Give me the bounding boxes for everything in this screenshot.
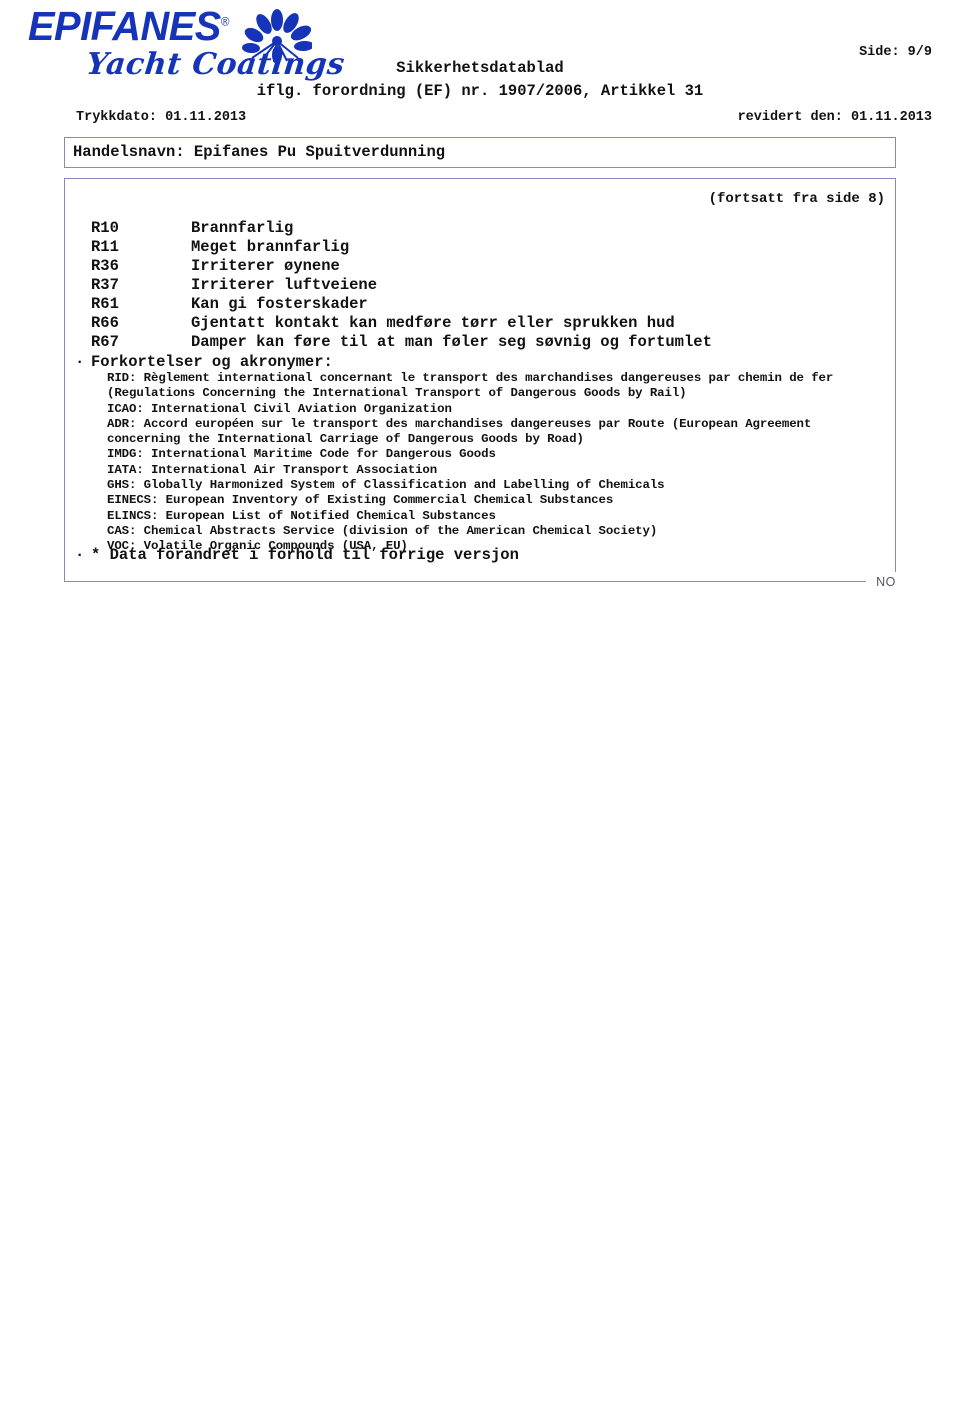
bullet-icon: · — [75, 546, 85, 564]
changed-data-note: · * Data forandret i forhold til forrige… — [75, 546, 519, 564]
r-phrase-row: R36 Irriterer øynene — [91, 257, 712, 276]
abbreviation-line: RID: Règlement international concernant … — [107, 371, 834, 385]
r-phrase-code: R36 — [91, 257, 119, 275]
r-phrase-row: R67 Damper kan føre til at man føler seg… — [91, 333, 712, 352]
abbreviation-line: ADR: Accord européen sur le transport de… — [107, 416, 812, 431]
changed-data-label: * Data forandret i forhold til forrige v… — [91, 546, 519, 564]
trade-name-label: Handelsnavn: Epifanes Pu Spuitverdunning — [73, 143, 446, 161]
r-phrase-code: R37 — [91, 276, 119, 294]
r-phrase-text: Irriterer luftveiene — [191, 276, 378, 294]
r-phrase-row: R61 Kan gi fosterskader — [91, 295, 712, 314]
r-phrase-list: R10 Brannfarlig R11 Meget brannfarlig R3… — [91, 219, 712, 352]
r-phrase-text: Damper kan føre til at man føler seg søv… — [191, 333, 712, 351]
print-date: Trykkdato: 01.11.2013 — [76, 110, 247, 125]
logo-wordmark-text: EPIFANES — [28, 3, 221, 49]
abbreviations-list: RID: Règlement international concernant … — [107, 371, 833, 555]
abbreviations-heading-label: Forkortelser og akronymer: — [91, 353, 333, 371]
abbreviations-heading: · Forkortelser og akronymer: — [75, 353, 333, 371]
abbreviation-line: EINECS: European Inventory of Existing C… — [107, 493, 614, 508]
r-phrase-text: Meget brannfarlig — [191, 238, 350, 256]
abbreviation-line: ELINCS: European List of Notified Chemic… — [107, 508, 496, 523]
abbreviation-line: GHS: Globally Harmonized System of Class… — [107, 478, 665, 493]
continued-from-note: (fortsatt fra side 8) — [708, 191, 885, 207]
r-phrase-row: R10 Brannfarlig — [91, 219, 712, 238]
registered-trademark-icon: ® — [220, 14, 230, 29]
abbreviation-line: ICAO: International Civil Aviation Organ… — [107, 401, 452, 416]
document-subtitle: iflg. forordning (EF) nr. 1907/2006, Art… — [256, 82, 704, 100]
r-phrase-row: R37 Irriterer luftveiene — [91, 276, 712, 295]
abbreviation-line: concerning the International Carriage of… — [107, 432, 584, 447]
bullet-icon: · — [75, 353, 85, 371]
abbreviation-line: (Regulations Concerning the Internationa… — [107, 386, 687, 401]
r-phrase-code: R61 — [91, 295, 119, 313]
r-phrase-code: R66 — [91, 314, 119, 332]
r-phrase-text: Kan gi fosterskader — [191, 295, 368, 313]
document-header: EPIFANES® Yacht Coatings Side: 9/9 Sikke… — [0, 0, 960, 140]
abbreviation-line: CAS: Chemical Abstracts Service (divisio… — [107, 523, 658, 538]
trade-name-box: Handelsnavn: Epifanes Pu Spuitverdunning — [64, 137, 896, 168]
r-phrase-row: R11 Meget brannfarlig — [91, 238, 712, 257]
abbreviation-line: IMDG: International Maritime Code for Da… — [107, 447, 496, 462]
r-phrase-text: Gjentatt kontakt kan medføre tørr eller … — [191, 314, 675, 332]
content-box: (fortsatt fra side 8) R10 Brannfarlig R1… — [64, 178, 896, 582]
r-phrase-text: Irriterer øynene — [191, 257, 340, 275]
r-phrase-code: R67 — [91, 333, 119, 351]
locale-mark: NO — [866, 572, 906, 592]
r-phrase-text: Brannfarlig — [191, 219, 294, 237]
logo-wordmark: EPIFANES® — [28, 6, 229, 47]
page-indicator: Side: 9/9 — [859, 45, 932, 60]
r-phrase-row: R66 Gjentatt kontakt kan medføre tørr el… — [91, 314, 712, 333]
document-title: Sikkerhetsdatablad — [396, 59, 564, 77]
r-phrase-code: R11 — [91, 238, 119, 256]
abbreviation-line: IATA: International Air Transport Associ… — [107, 462, 438, 477]
r-phrase-code: R10 — [91, 219, 119, 237]
revision-date: revidert den: 01.11.2013 — [737, 110, 932, 125]
